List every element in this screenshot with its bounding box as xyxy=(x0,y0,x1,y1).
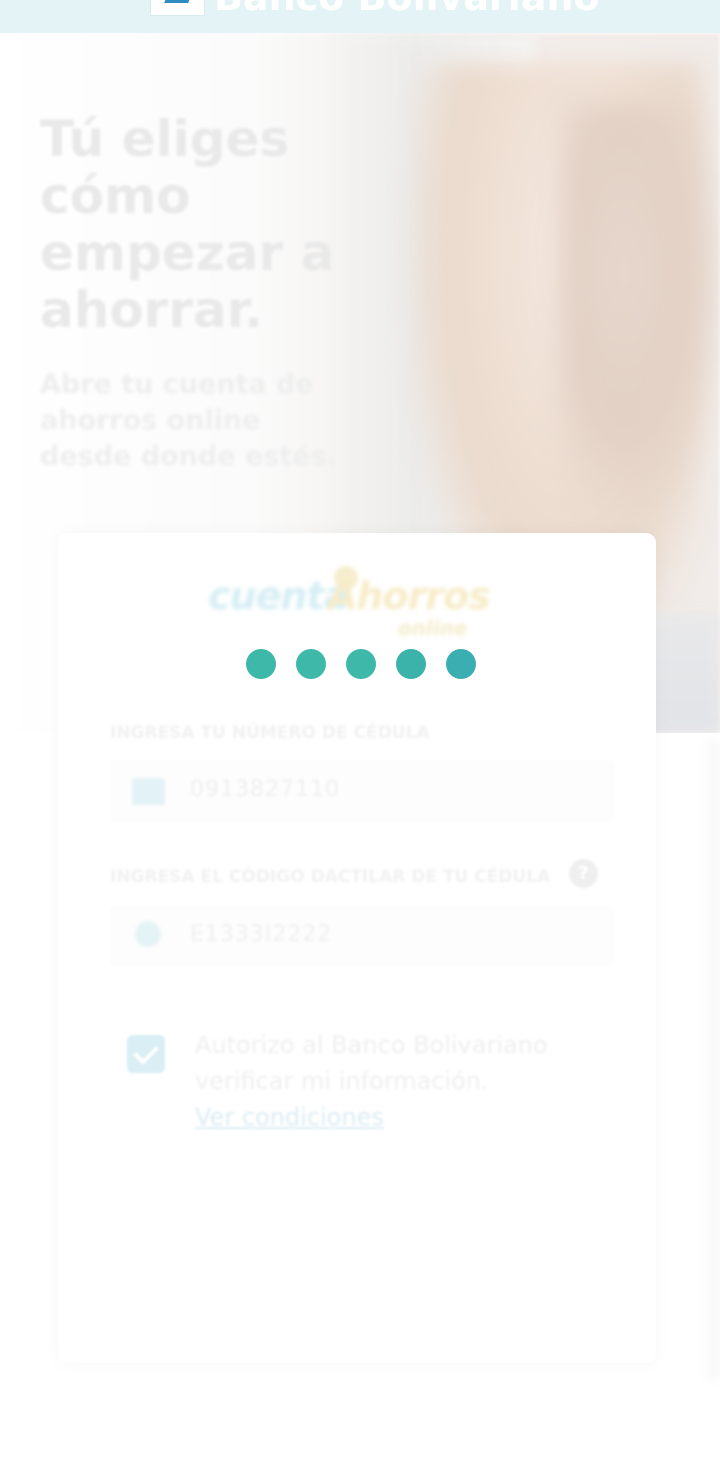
conditions-link[interactable]: Ver condiciones xyxy=(195,1099,384,1135)
consent-checkbox[interactable] xyxy=(127,1035,165,1073)
top-header: Banco Bolivariano xyxy=(0,0,720,33)
loading-dot xyxy=(446,649,476,679)
dactilar-value: E1333I2222 xyxy=(190,922,333,947)
loading-indicator xyxy=(246,649,476,679)
cedula-label: INGRESA TU NÚMERO DE CÉDULA xyxy=(110,723,430,743)
cedula-field[interactable]: 0913827110 xyxy=(110,760,615,822)
logo-word-online: online xyxy=(398,616,468,640)
hero-title: Tú eliges cómo empezar a ahorrar. xyxy=(40,110,335,339)
fingerprint-icon xyxy=(135,921,161,947)
hero-woman-hair xyxy=(560,103,720,523)
dactilar-field[interactable]: E1333I2222 xyxy=(110,905,615,967)
cedula-value: 0913827110 xyxy=(190,777,340,802)
logo-word-ahorros: Ahorros xyxy=(328,574,491,618)
hero-subtitle: Abre tu cuenta de ahorros online desde d… xyxy=(40,369,337,472)
loading-dot xyxy=(246,649,276,679)
help-icon[interactable]: ? xyxy=(569,859,598,888)
cuenta-ahorros-logo: cuenta Ahorros online xyxy=(208,566,508,646)
dactilar-label: INGRESA EL CÓDIGO DACTILAR DE TU CÉDULA xyxy=(110,867,551,887)
id-card-icon xyxy=(132,778,165,805)
loading-dot xyxy=(296,649,326,679)
bank-name: Banco Bolivariano xyxy=(214,0,600,16)
loading-dot xyxy=(346,649,376,679)
consent-text: Autorizo al Banco Bolivariano verificar … xyxy=(195,1031,548,1095)
edge-shadow xyxy=(700,740,720,1380)
bank-logo-icon xyxy=(150,0,205,16)
loading-dot xyxy=(396,649,426,679)
